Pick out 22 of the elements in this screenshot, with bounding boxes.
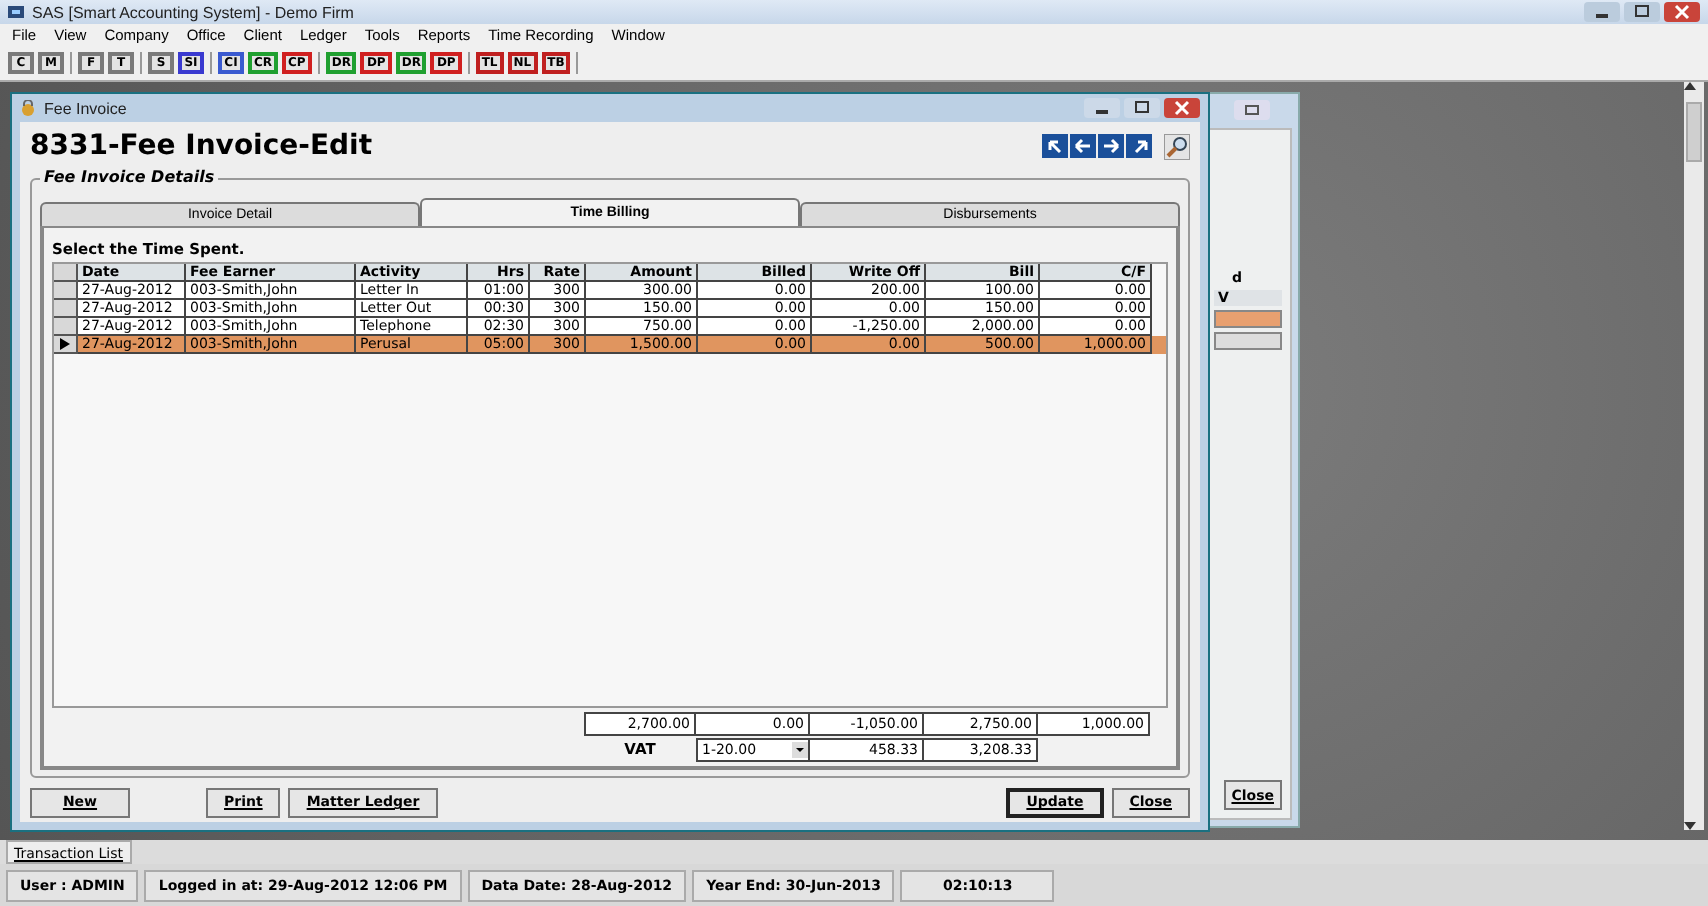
row-selector[interactable] bbox=[54, 336, 78, 354]
caret-icon bbox=[792, 742, 808, 758]
scrollbar[interactable] bbox=[1684, 82, 1704, 830]
row-pointer-icon bbox=[60, 338, 70, 350]
lock-icon bbox=[20, 100, 36, 116]
app-icon bbox=[8, 4, 24, 20]
restore-icon[interactable] bbox=[1124, 98, 1160, 118]
window-title: Fee Invoice bbox=[44, 99, 127, 117]
form-heading: 8331-Fee Invoice-Edit bbox=[30, 130, 373, 162]
scroll-down-icon[interactable] bbox=[1684, 822, 1696, 830]
minimize-icon[interactable] bbox=[1584, 2, 1620, 22]
close-icon[interactable] bbox=[1664, 2, 1700, 22]
dropdown[interactable] bbox=[1214, 332, 1282, 350]
row-selector-header bbox=[54, 264, 78, 282]
scrollbar-thumb[interactable] bbox=[1686, 102, 1702, 162]
navigation-arrows-icon[interactable] bbox=[1042, 134, 1154, 158]
close-icon[interactable] bbox=[1164, 98, 1200, 118]
minimize-icon[interactable] bbox=[1084, 98, 1120, 118]
search-icon[interactable] bbox=[1164, 133, 1190, 159]
window-title: SAS [Smart Accounting System] - Demo Firm bbox=[32, 3, 354, 21]
restore-icon[interactable] bbox=[1624, 2, 1660, 22]
group-title: Fee Invoice Details bbox=[40, 168, 219, 186]
